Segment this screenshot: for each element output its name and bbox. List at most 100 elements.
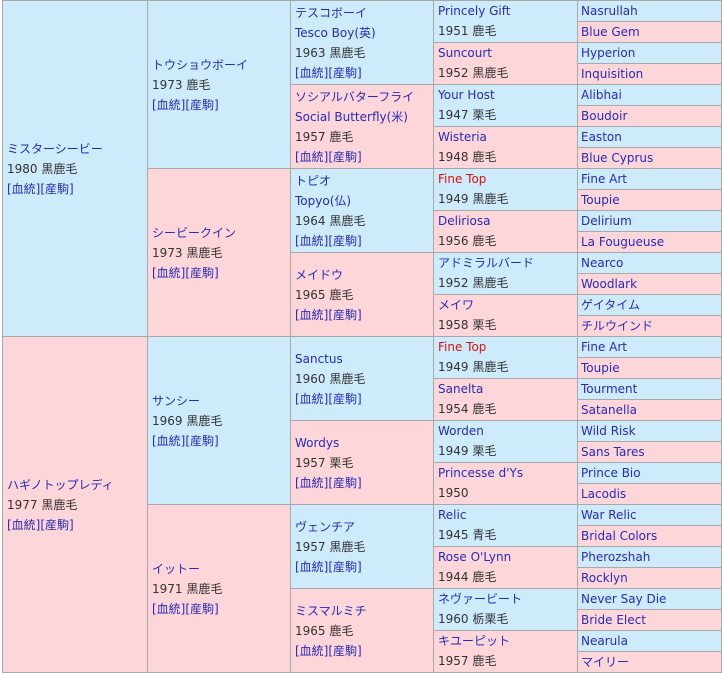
horse-cell-gen5: Rocklyn: [577, 567, 722, 589]
horse-name-link[interactable]: Blue Cyprus: [581, 148, 721, 168]
horse-cell-gen5: Lacodis: [577, 483, 722, 505]
horse-name-link[interactable]: Sanelta: [438, 379, 577, 399]
horse-name-link[interactable]: Sanctus: [295, 349, 433, 369]
horse-name-link[interactable]: マイリー: [581, 652, 721, 672]
horse-name-link[interactable]: Princesse d'Ys: [438, 463, 577, 483]
horse-cell-gen5: Fine Art: [577, 168, 722, 190]
horse-cell-gen4: Rose O'Lynn 1944 鹿毛: [433, 546, 578, 589]
horse-cell-gen5: Bridal Colors: [577, 525, 722, 547]
pedigree-progeny-links[interactable]: [血統][産駒]: [295, 389, 433, 409]
horse-cell-gen5: Easton: [577, 126, 722, 148]
horse-info: 1957 黒鹿毛: [295, 539, 366, 554]
pedigree-progeny-links[interactable]: [血統][産駒]: [295, 63, 433, 83]
horse-name-link[interactable]: Princely Gift: [438, 1, 577, 21]
horse-name-link[interactable]: La Fougueuse: [581, 232, 721, 252]
pedigree-progeny-links[interactable]: [血統][産駒]: [295, 231, 433, 251]
horse-name-link[interactable]: Bride Elect: [581, 610, 721, 630]
horse-name-link[interactable]: ハギノトップレディ: [7, 475, 147, 495]
horse-name-link[interactable]: Rose O'Lynn: [438, 547, 577, 567]
horse-name-link[interactable]: テスコボーイ: [295, 3, 433, 23]
pedigree-progeny-links[interactable]: [血統][産駒]: [295, 557, 433, 577]
horse-name-link[interactable]: Satanella: [581, 400, 721, 420]
pedigree-progeny-links[interactable]: [血統][産駒]: [295, 641, 433, 661]
horse-name-link[interactable]: Relic: [438, 505, 577, 525]
horse-name-link[interactable]: Inquisition: [581, 64, 721, 84]
horse-name-link[interactable]: アドミラルバード: [438, 253, 577, 273]
horse-name-link[interactable]: Never Say Die: [581, 589, 721, 609]
horse-name-link[interactable]: Wisteria: [438, 127, 577, 147]
horse-cell-gen3: Sanctus 1960 黒鹿毛 [血統][産駒]: [290, 336, 434, 421]
horse-name-link[interactable]: Nasrullah: [581, 1, 721, 21]
horse-cell-gen3: ヴェンチア 1957 黒鹿毛 [血統][産駒]: [290, 504, 434, 589]
horse-name-link[interactable]: Deliriosa: [438, 211, 577, 231]
horse-name-link[interactable]: Boudoir: [581, 106, 721, 126]
horse-name-link[interactable]: Fine Top: [438, 337, 577, 357]
horse-name-link[interactable]: Bridal Colors: [581, 526, 721, 546]
horse-info: 1951 鹿毛: [438, 24, 497, 38]
horse-name-link[interactable]: トウショウボーイ: [152, 55, 290, 75]
horse-name-link[interactable]: Toupie: [581, 190, 721, 210]
horse-name-link[interactable]: Worden: [438, 421, 577, 441]
horse-cell-gen3: メイドウ 1965 鹿毛 [血統][産駒]: [290, 252, 434, 337]
horse-name-link[interactable]: チルウインド: [581, 316, 721, 336]
horse-info: 1973 黒鹿毛: [152, 245, 223, 260]
pedigree-progeny-links[interactable]: [血統][産駒]: [7, 179, 147, 199]
horse-cell-gen5: Bride Elect: [577, 609, 722, 631]
horse-name-link[interactable]: Blue Gem: [581, 22, 721, 42]
pedigree-progeny-links[interactable]: [血統][産駒]: [295, 147, 433, 167]
horse-name-link[interactable]: Your Host: [438, 85, 577, 105]
pedigree-progeny-links[interactable]: [血統][産駒]: [152, 599, 290, 619]
horse-name-link[interactable]: Hyperion: [581, 43, 721, 63]
horse-name-link[interactable]: ミスターシービー: [7, 139, 147, 159]
horse-name-link[interactable]: Alibhai: [581, 85, 721, 105]
horse-name-link[interactable]: Easton: [581, 127, 721, 147]
horse-name-link[interactable]: Wordys: [295, 433, 433, 453]
pedigree-progeny-links[interactable]: [血統][産駒]: [7, 515, 147, 535]
horse-name-link[interactable]: メイワ: [438, 295, 577, 315]
horse-cell-gen5: Nearco: [577, 252, 722, 274]
horse-name-link[interactable]: Toupie: [581, 358, 721, 378]
horse-name-link[interactable]: Sans Tares: [581, 442, 721, 462]
horse-name-link[interactable]: Wild Risk: [581, 421, 721, 441]
horse-name-link[interactable]: サンシー: [152, 391, 290, 411]
pedigree-progeny-links[interactable]: [血統][産駒]: [152, 431, 290, 451]
horse-cell-gen5: Never Say Die: [577, 588, 722, 610]
horse-name-link[interactable]: ミスマルミチ: [295, 601, 433, 621]
horse-cell-gen4: Wisteria 1948 鹿毛: [433, 126, 578, 169]
horse-name-link[interactable]: ヴェンチア: [295, 517, 433, 537]
horse-name-link[interactable]: War Relic: [581, 505, 721, 525]
pedigree-progeny-links[interactable]: [血統][産駒]: [152, 263, 290, 283]
horse-name-link[interactable]: Tourment: [581, 379, 721, 399]
horse-name-link[interactable]: トピオ: [295, 171, 433, 191]
horse-name-link[interactable]: Fine Art: [581, 337, 721, 357]
horse-name-link[interactable]: ソシアルバターフライ: [295, 87, 433, 107]
horse-name-link[interactable]: Lacodis: [581, 484, 721, 504]
horse-cell-gen4: Princely Gift 1951 鹿毛: [433, 0, 578, 43]
horse-info: 1977 黒鹿毛: [7, 497, 78, 512]
horse-name-link[interactable]: Suncourt: [438, 43, 577, 63]
horse-cell-gen2: トウショウボーイ 1973 鹿毛 [血統][産駒]: [147, 0, 291, 169]
horse-name-link[interactable]: シービークイン: [152, 223, 290, 243]
horse-name-link[interactable]: Rocklyn: [581, 568, 721, 588]
horse-name-link[interactable]: ネヴァービート: [438, 589, 577, 609]
pedigree-progeny-links[interactable]: [血統][産駒]: [152, 95, 290, 115]
horse-name-link[interactable]: ゲイタイム: [581, 295, 721, 315]
horse-name-link[interactable]: Woodlark: [581, 274, 721, 294]
pedigree-progeny-links[interactable]: [血統][産駒]: [295, 473, 433, 493]
horse-name-link[interactable]: Nearco: [581, 253, 721, 273]
horse-cell-gen5: Prince Bio: [577, 462, 722, 484]
horse-name-link[interactable]: Fine Top: [438, 169, 577, 189]
horse-name-link[interactable]: Fine Art: [581, 169, 721, 189]
horse-name-link[interactable]: Delirium: [581, 211, 721, 231]
horse-name-link[interactable]: Prince Bio: [581, 463, 721, 483]
pedigree-progeny-links[interactable]: [血統][産駒]: [295, 305, 433, 325]
horse-name-link[interactable]: Nearula: [581, 631, 721, 651]
horse-name-link[interactable]: イットー: [152, 559, 290, 579]
horse-name-link[interactable]: Pherozshah: [581, 547, 721, 567]
horse-info: 1960 栃栗毛: [438, 612, 509, 626]
horse-cell-gen5: Delirium: [577, 210, 722, 232]
horse-name-link[interactable]: メイドウ: [295, 265, 433, 285]
horse-name-link[interactable]: キユーピット: [438, 631, 577, 651]
horse-cell-gen1: ハギノトップレディ 1977 黒鹿毛 [血統][産駒]: [2, 336, 148, 673]
horse-cell-gen5: Alibhai: [577, 84, 722, 106]
